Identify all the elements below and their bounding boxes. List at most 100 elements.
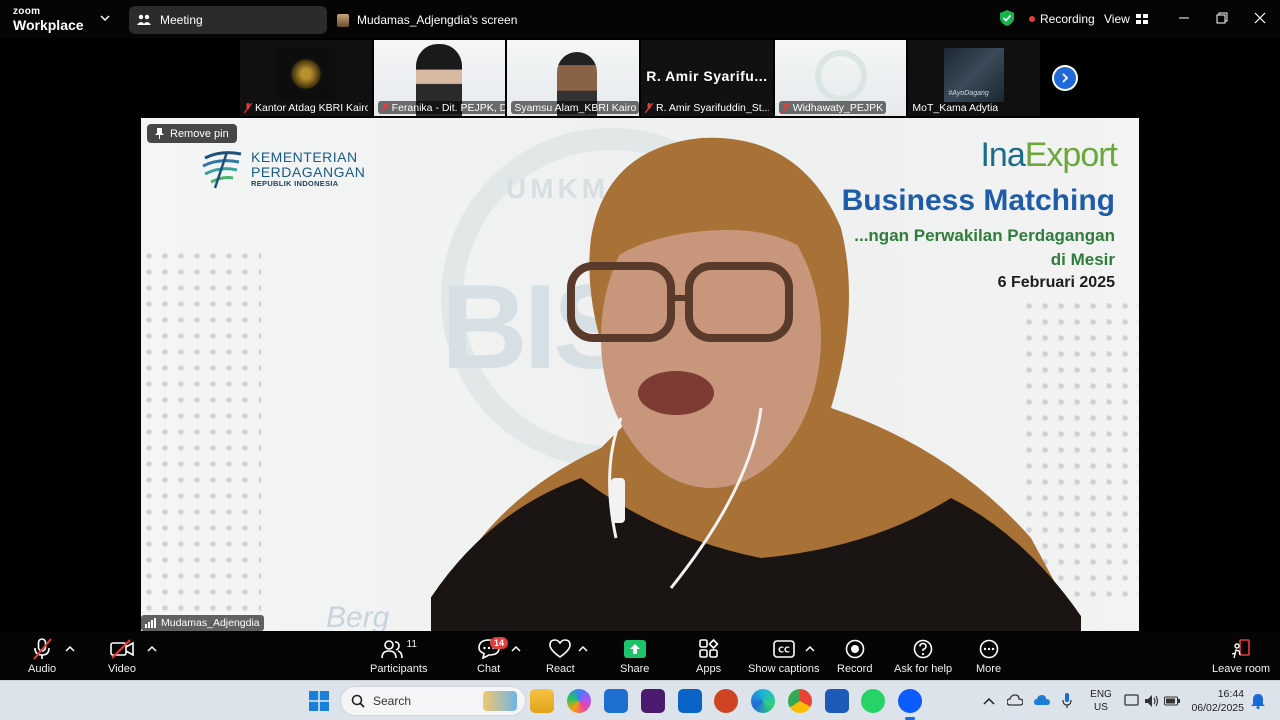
react-button[interactable]: React xyxy=(546,635,575,675)
participant-name: Feranika - Dit. PEJPK, D... xyxy=(391,101,506,114)
tab-shared-screen[interactable]: Mudamas_Adjengdia's screen xyxy=(337,6,517,34)
zoom-logo: zoom Workplace xyxy=(13,6,84,33)
minimize-icon xyxy=(1179,17,1189,19)
chevron-right-icon xyxy=(1062,73,1069,83)
participant-tile[interactable]: Kantor Atdag KBRI Kairo xyxy=(240,40,372,116)
notification-bell-icon[interactable] xyxy=(1251,693,1265,709)
participant-big-label: R. Amir Syarifu... xyxy=(646,68,768,84)
garuda-emblem xyxy=(277,48,335,100)
mic-muted-icon xyxy=(33,638,52,660)
battery-icon[interactable] xyxy=(1164,695,1180,707)
remove-pin-button[interactable]: Remove pin xyxy=(147,124,237,143)
participants-count: 11 xyxy=(406,638,417,650)
shield-check-icon[interactable] xyxy=(1000,10,1014,26)
title-bar: zoom Workplace Meeting Mudamas_Adjengdia… xyxy=(0,0,1280,38)
onedrive-icon[interactable] xyxy=(1034,694,1050,706)
powerpoint-icon[interactable] xyxy=(714,689,738,713)
participant-name: R. Amir Syarifuddin_St... xyxy=(656,101,769,114)
record-button[interactable]: Record xyxy=(837,635,872,675)
minimize-button[interactable] xyxy=(1176,10,1192,26)
chrome-icon[interactable] xyxy=(788,689,812,713)
chevron-down-icon[interactable] xyxy=(100,13,110,23)
windows-taskbar: Search ENG US 16:44 06/02/2025 xyxy=(0,680,1280,720)
meeting-toolbar: Audio Video 11 Participants Chat React S… xyxy=(0,632,1280,680)
ask-for-help-button[interactable]: Ask for help xyxy=(894,635,952,675)
pin-icon xyxy=(155,128,164,139)
search-highlight-image xyxy=(483,691,517,711)
participants-button[interactable]: 11 Participants xyxy=(370,635,427,676)
edge-icon[interactable] xyxy=(751,689,775,713)
share-screen-icon xyxy=(623,640,646,658)
mic-muted-icon xyxy=(645,102,654,113)
microsoft-store-icon[interactable] xyxy=(604,689,628,713)
premiere-icon[interactable] xyxy=(641,689,665,713)
close-icon xyxy=(1254,12,1266,24)
apps-button[interactable]: Apps xyxy=(696,635,721,675)
chat-unread-badge: 14 xyxy=(490,637,509,649)
close-button[interactable] xyxy=(1252,10,1268,26)
chat-options-caret-icon[interactable] xyxy=(511,644,521,654)
share-button[interactable]: Share xyxy=(620,635,649,675)
recording-indicator[interactable]: Recording xyxy=(1029,12,1095,26)
record-icon xyxy=(845,639,865,659)
tab-meeting[interactable]: Meeting xyxy=(129,6,327,34)
captions-options-caret-icon[interactable] xyxy=(805,644,815,654)
record-dot-icon xyxy=(1029,16,1035,22)
chevron-up-icon[interactable] xyxy=(983,696,995,706)
video-button[interactable]: Video xyxy=(108,635,136,675)
input-language[interactable]: ENG US xyxy=(1090,688,1112,714)
recording-label: Recording xyxy=(1040,12,1095,26)
signal-bars-icon xyxy=(145,618,156,628)
more-button[interactable]: More xyxy=(976,635,1001,675)
audio-options-caret-icon[interactable] xyxy=(65,644,75,654)
next-page-button[interactable] xyxy=(1052,65,1078,91)
watermark-bottom-text: Berg xyxy=(326,601,390,631)
participants-icon xyxy=(380,640,403,659)
view-menu-button[interactable]: View xyxy=(1104,12,1148,26)
participant-tile[interactable]: R. Amir Syarifu... R. Amir Syarifuddin_S… xyxy=(641,40,773,116)
participant-overlay-text: #AyoDagang xyxy=(948,90,989,97)
audio-button[interactable]: Audio xyxy=(28,635,56,675)
ministry-logo: KEMENTERIAN PERDAGANGAN REPUBLIK INDONES… xyxy=(201,148,365,190)
outlook-icon[interactable] xyxy=(678,689,702,713)
speaker-name-label: Mudamas_Adjengdia xyxy=(141,615,264,631)
taskbar-search[interactable]: Search xyxy=(340,686,526,716)
zoom-app-icon[interactable] xyxy=(898,689,922,713)
tab-meeting-label: Meeting xyxy=(160,13,203,27)
participant-name: MoT_Kama Adytia xyxy=(912,101,999,114)
svg-text:CC: CC xyxy=(778,646,790,655)
video-off-icon xyxy=(110,639,134,659)
microphone-icon[interactable] xyxy=(1062,693,1072,709)
mic-muted-icon xyxy=(244,102,252,113)
participant-tile[interactable]: Widhawaty_PEJPK xyxy=(774,40,907,116)
mic-muted-icon xyxy=(380,102,389,113)
taskbar-clock[interactable]: 16:44 06/02/2025 xyxy=(1190,687,1244,715)
apps-icon xyxy=(698,639,719,658)
windows-start-icon[interactable] xyxy=(309,691,329,711)
whatsapp-icon[interactable] xyxy=(861,689,885,713)
participant-tile[interactable]: #AyoDagang MoT_Kama Adytia xyxy=(908,40,1041,116)
leave-icon xyxy=(1231,639,1250,659)
ministry-emblem-icon xyxy=(202,151,242,189)
show-captions-button[interactable]: CC Show captions xyxy=(748,635,820,675)
bisa-logo xyxy=(814,50,867,102)
participant-strip: Kantor Atdag KBRI Kairo Feranika - Dit. … xyxy=(240,40,1041,116)
more-icon xyxy=(979,639,998,659)
mic-muted-icon xyxy=(781,102,790,113)
heart-icon xyxy=(549,639,572,658)
video-options-caret-icon[interactable] xyxy=(147,644,157,654)
display-icon[interactable] xyxy=(1124,694,1140,708)
participant-tile[interactable]: Syamsu Alam_KBRI Kairo xyxy=(507,40,640,116)
word-icon[interactable] xyxy=(825,689,849,713)
cloud-icon[interactable] xyxy=(1007,693,1023,707)
file-explorer-icon[interactable] xyxy=(530,689,554,713)
react-options-caret-icon[interactable] xyxy=(578,644,588,654)
main-video[interactable]: BISA UMKM KEMENTERIAN PERDAGANGAN REPUBL… xyxy=(141,118,1139,631)
participant-tile[interactable]: Feranika - Dit. PEJPK, D... xyxy=(373,40,506,116)
help-icon xyxy=(913,639,933,659)
copilot-icon[interactable] xyxy=(567,689,591,713)
restore-button[interactable] xyxy=(1214,10,1230,26)
leave-room-button[interactable]: Leave room xyxy=(1212,635,1270,675)
participants-group-icon xyxy=(137,14,151,25)
volume-icon[interactable] xyxy=(1144,694,1160,708)
